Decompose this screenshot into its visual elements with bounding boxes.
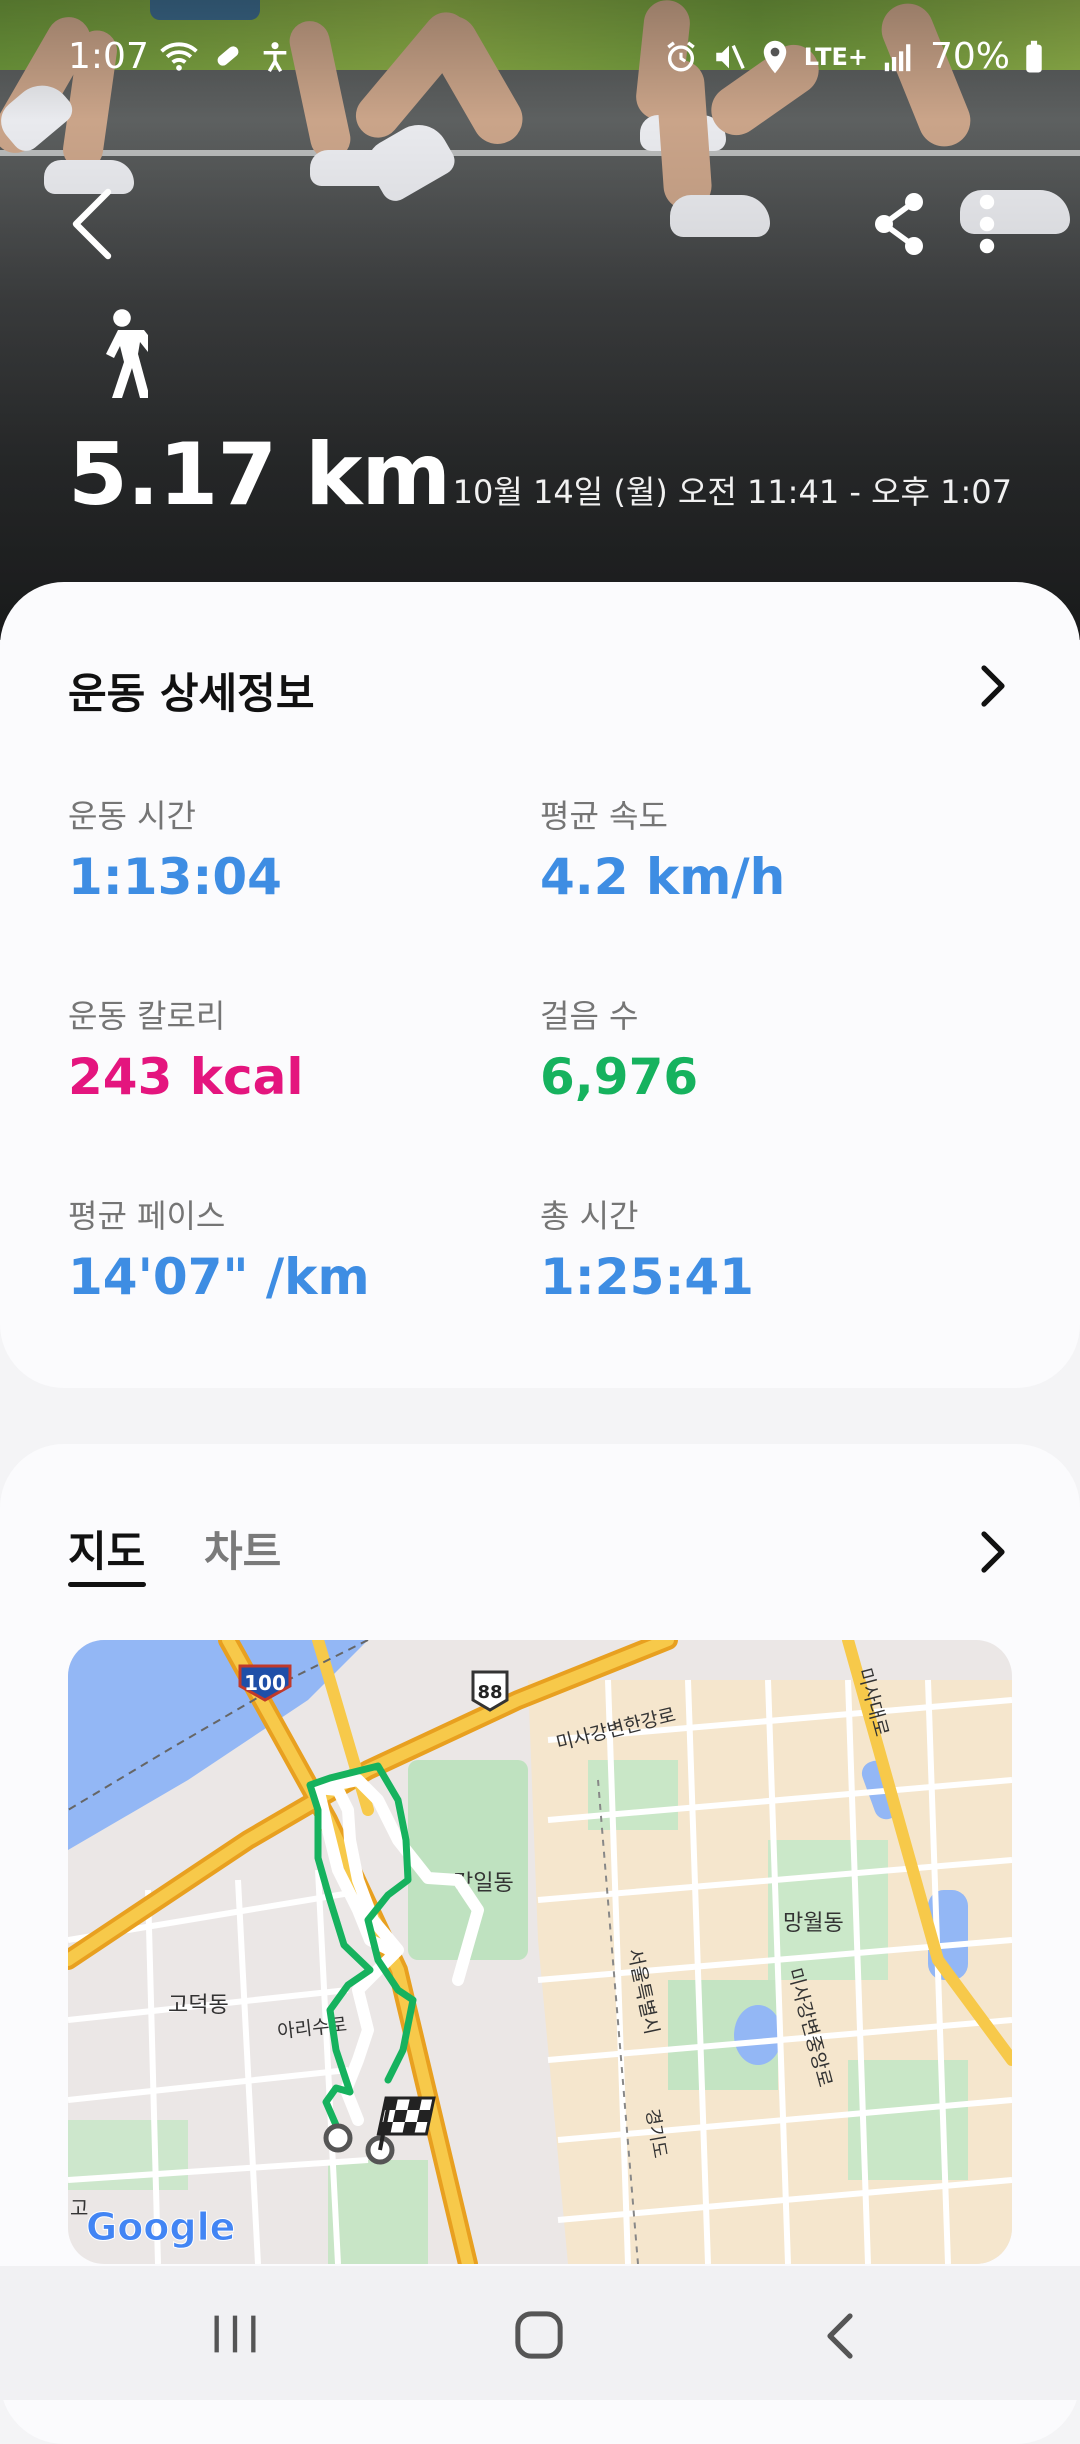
tab-chart[interactable]: 차트: [204, 1522, 281, 1582]
details-chevron-icon[interactable]: [980, 664, 1008, 708]
wifi-icon: [160, 42, 198, 71]
hero-image: [0, 0, 1080, 640]
signal-icon: [884, 44, 911, 72]
start-marker: [323, 2123, 353, 2153]
back-button[interactable]: [64, 188, 120, 260]
details-title: 운동 상세정보: [68, 669, 315, 718]
stat-value: 14'07" /km: [68, 1248, 370, 1306]
share-icon[interactable]: [872, 190, 928, 258]
google-attribution: Google: [86, 2205, 235, 2249]
back-nav-button[interactable]: [822, 2312, 858, 2360]
more-options-icon[interactable]: [972, 190, 1002, 258]
stat-steps: 걸음 수 6,976: [540, 994, 980, 1112]
recent-apps-button[interactable]: [210, 2312, 260, 2356]
accessibility-icon: [263, 42, 287, 73]
stat-label: 총 시간: [540, 1197, 639, 1235]
stat-calories: 운동 칼로리 243 kcal: [68, 994, 508, 1112]
map-label-godeok: 고덕동: [168, 1993, 229, 2018]
navigation-bar: [0, 2266, 1080, 2400]
stat-value: 4.2 km/h: [540, 848, 786, 906]
stat-value: 243 kcal: [68, 1048, 304, 1106]
stat-avg-pace: 평균 페이스 14'07" /km: [68, 1194, 508, 1312]
pill-icon: [217, 46, 239, 66]
finish-flag: [365, 2096, 436, 2165]
stat-total-time: 총 시간 1:25:41: [540, 1194, 980, 1312]
shield-88: 88: [477, 1682, 502, 1703]
battery-percent: 70%: [929, 36, 1010, 77]
date-range: 10월 14일 (월) 오전 11:41 - 오후 1:07: [452, 473, 1012, 511]
stat-label: 걸음 수: [540, 997, 639, 1035]
home-button[interactable]: [514, 2310, 564, 2360]
route-map[interactable]: 100 88 강일동 망월동 고덕동 아리수로 미사강변한강로 미사대로 미사강…: [68, 1640, 1012, 2264]
alarm-icon: [667, 41, 695, 72]
map-label-mangwol: 망월동: [783, 1911, 844, 1936]
shield-100: 100: [244, 1671, 286, 1695]
stat-label: 운동 시간: [68, 797, 196, 835]
tab-selected-indicator: [68, 1582, 146, 1587]
distance-value: 5.17 km: [68, 425, 451, 525]
stat-avg-speed: 평균 속도 4.2 km/h: [540, 794, 980, 912]
location-icon: [763, 40, 787, 74]
tab-map[interactable]: 지도: [68, 1522, 145, 1582]
walk-icon: [106, 309, 148, 398]
stat-exercise-time: 운동 시간 1:13:04: [68, 794, 508, 912]
stat-label: 운동 칼로리: [68, 997, 226, 1035]
stat-value: 1:13:04: [68, 848, 282, 906]
stat-label: 평균 페이스: [68, 1197, 226, 1235]
battery-icon: [1026, 40, 1042, 73]
stat-value: 1:25:41: [540, 1248, 754, 1306]
stat-value: 6,976: [540, 1048, 699, 1106]
status-bar-right: LTE+ 70%: [664, 32, 1044, 82]
map-chevron-icon[interactable]: [980, 1530, 1008, 1574]
mute-icon: [716, 44, 745, 70]
stat-label: 평균 속도: [540, 797, 668, 835]
network-type: LTE+: [803, 43, 868, 71]
status-time: 1:07: [68, 36, 149, 77]
status-left-icons: [160, 40, 292, 74]
